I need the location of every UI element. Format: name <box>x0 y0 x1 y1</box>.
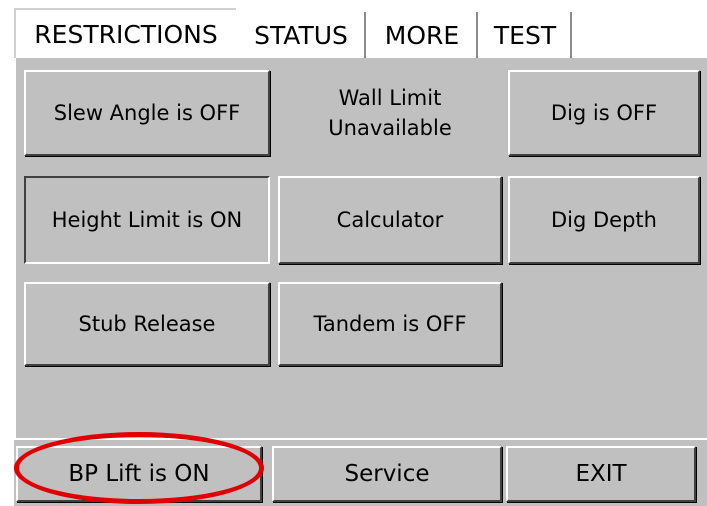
tab-test[interactable]: TEST <box>480 12 572 58</box>
tab-more[interactable]: MORE <box>368 12 478 58</box>
wall-limit-label: Wall Limit Unavailable <box>328 86 452 140</box>
tandem-button[interactable]: Tandem is OFF <box>278 282 502 366</box>
bp-lift-button[interactable]: BP Lift is ON <box>16 446 262 502</box>
height-limit-button[interactable]: Height Limit is ON <box>24 176 270 264</box>
tab-status[interactable]: STATUS <box>238 12 366 58</box>
slew-angle-button[interactable]: Slew Angle is OFF <box>24 70 270 156</box>
calculator-button[interactable]: Calculator <box>278 176 502 264</box>
stub-release-button[interactable]: Stub Release <box>24 282 270 366</box>
restrictions-panel: Slew Angle is OFF Wall Limit Unavailable… <box>14 58 707 438</box>
service-button[interactable]: Service <box>272 446 502 502</box>
bottom-bar: BP Lift is ON Service EXIT <box>14 438 707 506</box>
dig-depth-button[interactable]: Dig Depth <box>508 176 700 264</box>
exit-button[interactable]: EXIT <box>506 446 696 502</box>
dig-button[interactable]: Dig is OFF <box>508 70 700 156</box>
tab-bar: RESTRICTIONS STATUS MORE TEST <box>0 0 707 58</box>
tab-restrictions[interactable]: RESTRICTIONS <box>14 8 236 58</box>
